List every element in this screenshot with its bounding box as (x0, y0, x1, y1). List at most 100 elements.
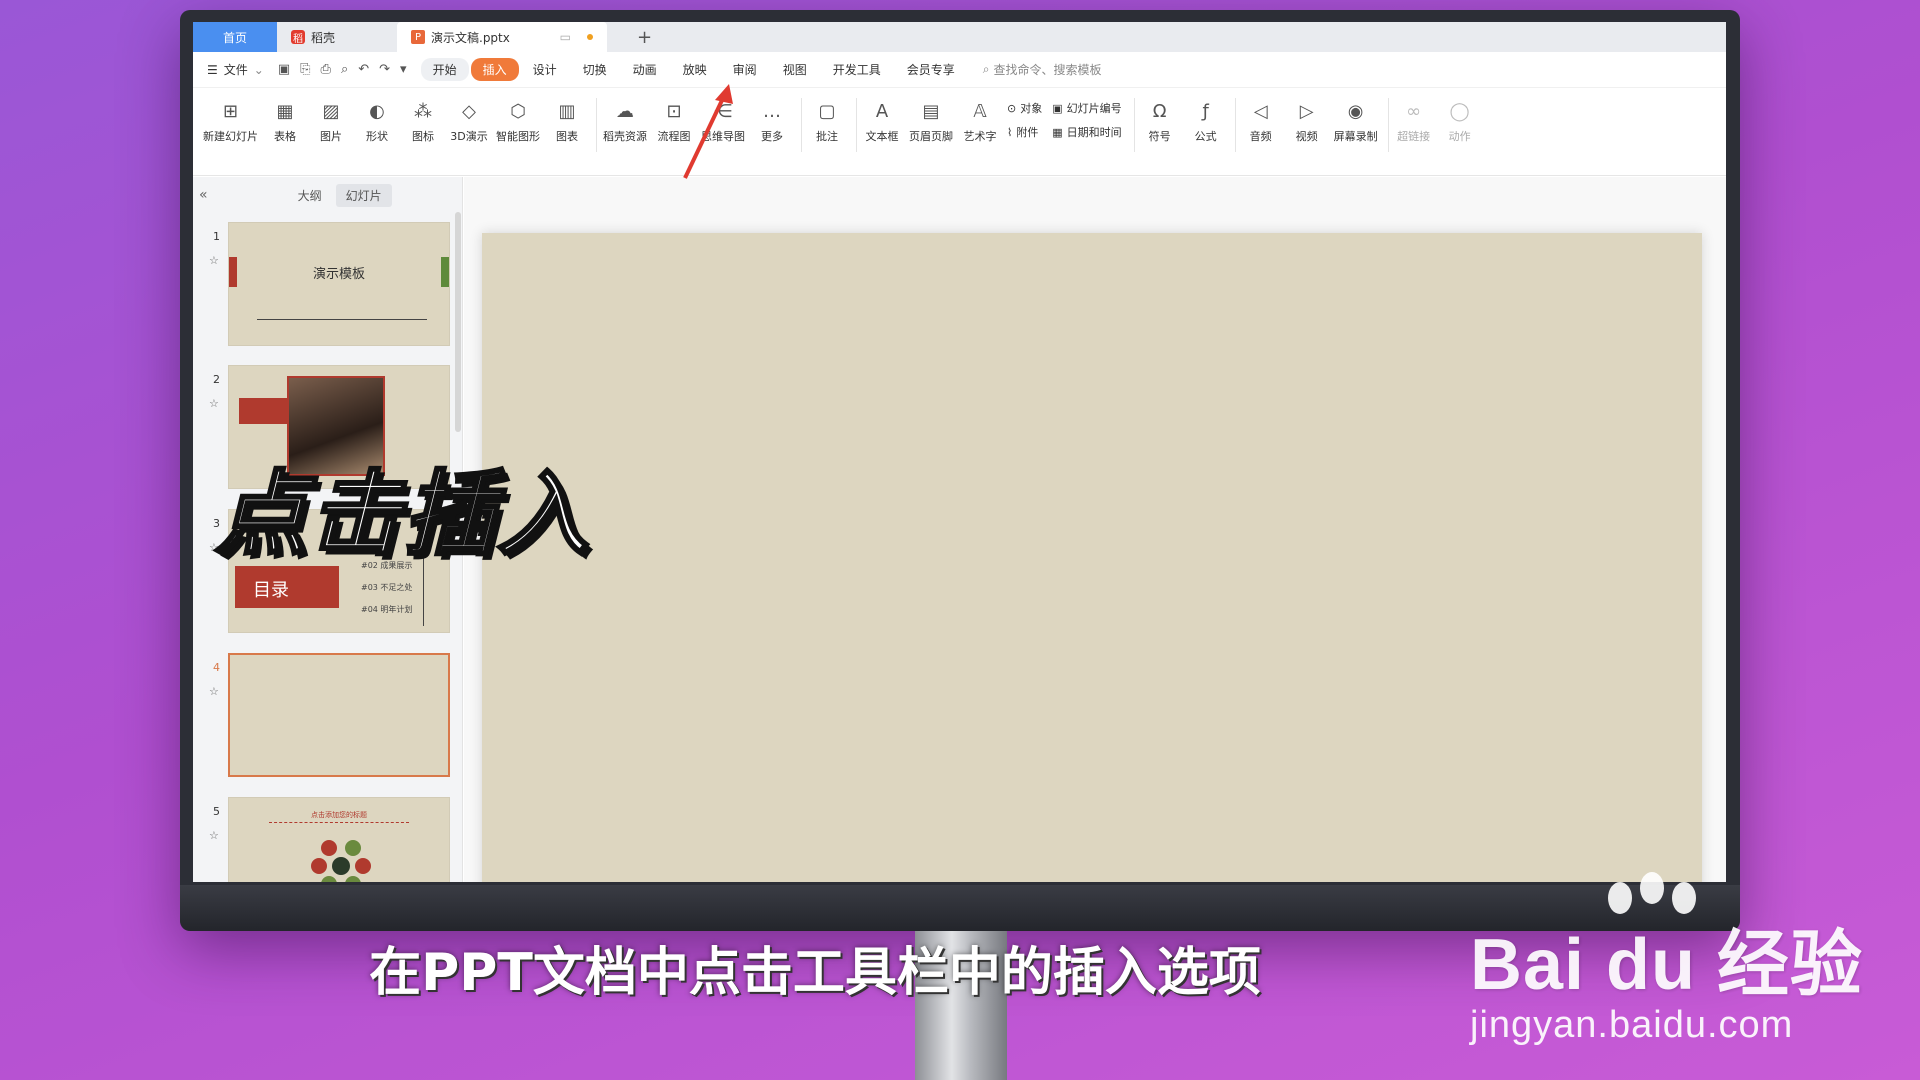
calendar-icon: ▦ (1052, 125, 1063, 139)
picture-button[interactable]: ▨ 图片 (312, 98, 350, 144)
comment-label: 批注 (816, 130, 838, 143)
more-label: 更多 (761, 130, 783, 143)
menu-review[interactable]: 审阅 (721, 58, 769, 81)
tab-home[interactable]: 首页 (193, 22, 277, 52)
menu-transition[interactable]: 切换 (571, 58, 619, 81)
textbox-label: 文本框 (865, 130, 899, 143)
menu-bar: ☰ 文件 ⌄ ▣ ⎘ ⎙ ⌕ ↶ ↷ ▾ 开始 插入 设计 切换 动画 放映 审… (193, 52, 1726, 88)
screen-record-label: 屏幕录制 (1333, 130, 1378, 143)
wordart-label: 艺术字 (963, 130, 997, 143)
formula-icon: ƒ (1202, 100, 1209, 122)
textbox-icon: A (875, 100, 889, 122)
new-tab-button[interactable]: + (637, 27, 652, 48)
formula-label: 公式 (1194, 130, 1217, 143)
header-footer-button[interactable]: ▤ 页眉页脚 (909, 98, 953, 144)
video-icon: ▷ (1299, 100, 1314, 122)
menu-insert[interactable]: 插入 (470, 58, 519, 81)
ribbon-divider (801, 98, 802, 152)
print-icon[interactable]: ⎙ (321, 62, 331, 77)
slide-number: 1 (213, 230, 220, 243)
shape-icon: ◐ (369, 100, 385, 122)
preview-icon[interactable]: ⌕ (341, 62, 348, 77)
tab-bar: 首页 稻 稻壳 P 演示文稿.pptx ▭ + (193, 22, 1726, 52)
icon-button[interactable]: ⁂ 图标 (404, 98, 442, 144)
datetime-button[interactable]: ▦ 日期和时间 (1052, 124, 1121, 140)
collapse-panel-button[interactable]: « (199, 187, 208, 203)
model-3d-label: 3D演示 (450, 130, 488, 143)
search-placeholder: 查找命令、搜索模板 (993, 63, 1102, 77)
redo-icon[interactable]: ↷ (379, 62, 390, 77)
hexagon-cluster-icon (311, 840, 371, 882)
wordart-icon: 𝔸 (973, 100, 987, 122)
datetime-label: 日期和时间 (1066, 126, 1122, 139)
arrow-line (257, 319, 427, 320)
formula-button[interactable]: ƒ 公式 (1187, 98, 1225, 144)
shape-label: 形状 (366, 130, 388, 143)
comment-button[interactable]: ▢ 批注 (808, 98, 846, 144)
object-icon: ⊙ (1007, 101, 1017, 115)
daoke-resource-button[interactable]: ☁ 稻壳资源 (603, 98, 647, 144)
chart-button[interactable]: ▥ 图表 (548, 98, 586, 144)
export-icon[interactable]: ⎘ (300, 62, 310, 77)
slide-thumbnail-selected[interactable] (228, 653, 450, 777)
menu-slideshow[interactable]: 放映 (671, 58, 719, 81)
more-button[interactable]: … 更多 (753, 98, 791, 144)
customize-icon[interactable]: ▾ (400, 62, 407, 77)
screen-record-button[interactable]: ◉ 屏幕录制 (1334, 98, 1378, 144)
smartart-icon: ⬡ (510, 100, 526, 122)
tab-slides[interactable]: 幻灯片 (335, 183, 392, 207)
ribbon-divider (856, 98, 857, 152)
model-3d-button[interactable]: ◇ 3D演示 (450, 98, 488, 144)
menu-view[interactable]: 视图 (771, 58, 819, 81)
table-button[interactable]: ▦ 表格 (266, 98, 304, 144)
watermark-logo-text: Bai du 经验 (1470, 925, 1864, 1005)
mouse-icon: ◯ (1449, 100, 1470, 122)
tab-document[interactable]: P 演示文稿.pptx ▭ (397, 22, 607, 52)
chevron-down-icon: ⌄ (253, 62, 264, 77)
undo-icon[interactable]: ↶ (358, 62, 369, 77)
slide-number: 5 (213, 805, 220, 818)
slide-number: 2 (213, 373, 220, 386)
slide-panel-scrollbar[interactable] (455, 212, 461, 432)
slide-number-button[interactable]: ▣ 幻灯片编号 (1052, 100, 1121, 116)
slide-panel-header: « 大纲 幻灯片 (193, 177, 462, 213)
attachment-button[interactable]: ⌇ 附件 (1007, 124, 1042, 140)
action-button[interactable]: ◯ 动作 (1441, 98, 1479, 144)
tab-outline[interactable]: 大纲 (288, 184, 332, 207)
header-footer-icon: ▤ (922, 100, 940, 122)
save-icon[interactable]: ▣ (278, 62, 290, 77)
daoke-icon: 稻 (291, 30, 305, 45)
menu-animation[interactable]: 动画 (621, 58, 669, 81)
slide-thumbnail[interactable]: 点击添加您的标题 (228, 797, 450, 882)
menu-member[interactable]: 会员专享 (895, 58, 967, 81)
smartart-button[interactable]: ⬡ 智能图形 (496, 98, 540, 144)
command-search[interactable]: ⌕ 查找命令、搜索模板 (983, 61, 1102, 78)
slide-editor-area (464, 177, 1726, 882)
object-label: 对象 (1020, 102, 1043, 115)
hyperlink-button[interactable]: ∞ 超链接 (1395, 98, 1433, 144)
animation-star-icon: ☆ (209, 397, 219, 410)
bar-chart-icon: ▥ (558, 100, 576, 122)
symbol-button[interactable]: Ω 符号 (1141, 98, 1179, 144)
menu-developer[interactable]: 开发工具 (821, 58, 893, 81)
video-button[interactable]: ▷ 视频 (1288, 98, 1326, 144)
shape-button[interactable]: ◐ 形状 (358, 98, 396, 144)
ribbon-divider (1133, 98, 1135, 152)
menu-design[interactable]: 设计 (521, 58, 569, 81)
animation-star-icon: ☆ (209, 254, 219, 267)
object-button[interactable]: ⊙ 对象 (1007, 100, 1042, 116)
watermark-url: jingyan.baidu.com (1470, 1004, 1794, 1046)
baidu-watermark: Bai du 经验 jingyan.baidu.com (1470, 905, 1863, 1047)
slide-thumbnail[interactable]: 演示模板 (228, 222, 450, 346)
tab-daoke[interactable]: 稻 稻壳 (277, 22, 397, 52)
smartart-label: 智能图形 (496, 130, 540, 143)
wordart-button[interactable]: 𝔸 艺术字 (961, 98, 999, 144)
table-label: 表格 (274, 130, 296, 143)
new-slide-button[interactable]: ⊞ 新建幻灯片 (203, 98, 258, 144)
file-menu[interactable]: ☰ 文件 ⌄ (207, 61, 264, 78)
menu-start[interactable]: 开始 (420, 58, 469, 81)
icon-label: 图标 (412, 130, 434, 143)
audio-button[interactable]: ◁ 音频 (1242, 98, 1280, 144)
current-slide-canvas[interactable] (482, 233, 1702, 882)
textbox-button[interactable]: A 文本框 (863, 98, 901, 144)
